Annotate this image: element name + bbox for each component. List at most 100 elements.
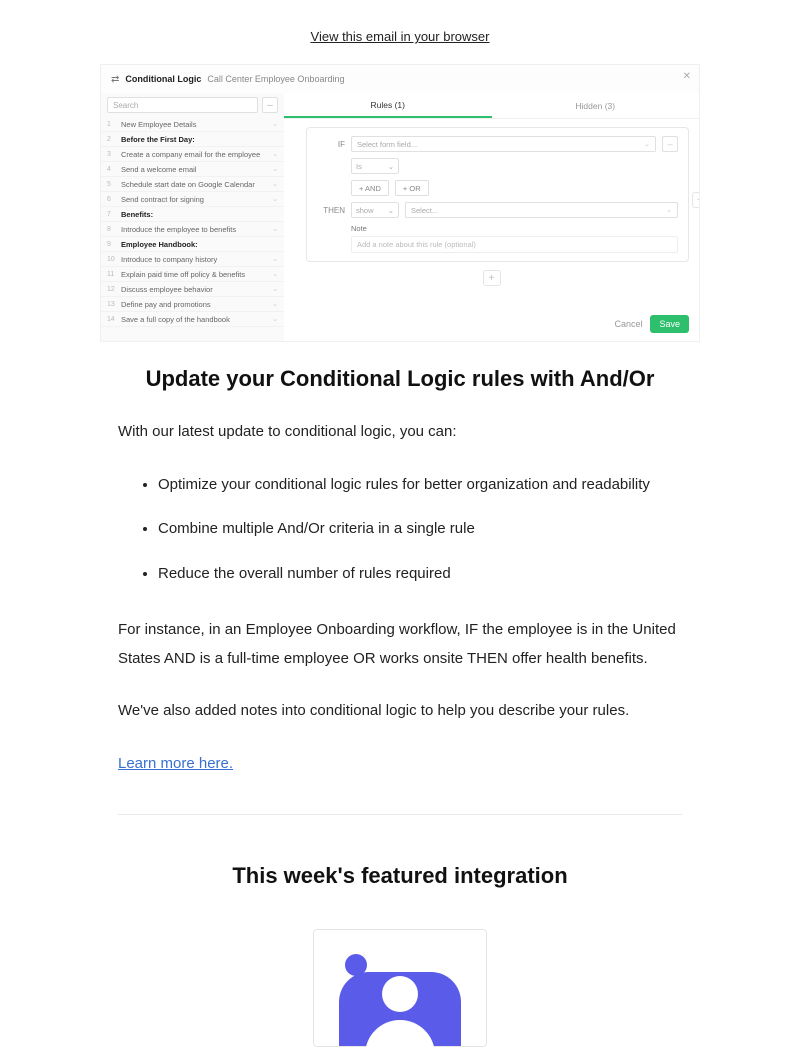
step-number: 4 (107, 166, 117, 173)
tab-hidden[interactable]: Hidden (3) (492, 95, 700, 117)
notes-paragraph: We've also added notes into conditional … (118, 697, 682, 726)
action-select[interactable]: show ⌄ (351, 202, 399, 218)
hero-header: ⇄ Conditional Logic Call Center Employee… (101, 65, 699, 93)
steps-list: 1New Employee Details⌄2Before the First … (101, 117, 284, 327)
step-number: 14 (107, 316, 117, 323)
list-item[interactable]: 9Employee Handbook: (101, 237, 284, 252)
step-label: Explain paid time off policy & benefits (117, 270, 272, 279)
step-number: 12 (107, 286, 117, 293)
add-rule-below-button[interactable]: + (483, 270, 501, 286)
learn-more-link[interactable]: Learn more here. (118, 755, 233, 772)
list-item[interactable]: 2Before the First Day: (101, 132, 284, 147)
view-in-browser-link[interactable]: View this email in your browser (311, 29, 490, 44)
step-label: Before the First Day: (117, 135, 278, 144)
list-item[interactable]: 4Send a welcome email⌄ (101, 162, 284, 177)
step-number: 10 (107, 256, 117, 263)
list-item[interactable]: 14Save a full copy of the handbook⌄ (101, 312, 284, 327)
chevron-down-icon: ⌄ (272, 270, 278, 278)
conditional-logic-title: Conditional Logic (125, 74, 201, 84)
list-item[interactable]: 8Introduce the employee to benefits⌄ (101, 222, 284, 237)
close-icon[interactable]: ✕ (683, 71, 691, 82)
workflow-name: Call Center Employee Onboarding (207, 74, 344, 84)
list-item[interactable]: 11Explain paid time off policy & benefit… (101, 267, 284, 282)
step-label: Introduce to company history (117, 255, 272, 264)
article-body: With our latest update to conditional lo… (118, 418, 682, 778)
action-label: show (356, 206, 374, 215)
form-field-placeholder: Select form field... (357, 140, 417, 149)
hero-tabs: Rules (1) Hidden (3) (284, 93, 699, 119)
step-number: 8 (107, 226, 117, 233)
bullet-item: Reduce the overall number of rules requi… (158, 560, 682, 589)
if-label: IF (317, 140, 345, 149)
search-input[interactable]: Search (107, 97, 258, 113)
chevron-down-icon: ⌄ (272, 285, 278, 293)
view-in-browser-row: View this email in your browser (0, 0, 800, 64)
step-label: Discuss employee behavior (117, 285, 272, 294)
list-item[interactable]: 10Introduce to company history⌄ (101, 252, 284, 267)
step-number: 7 (107, 211, 117, 218)
chevron-down-icon: ⌄ (272, 255, 278, 263)
step-label: Introduce the employee to benefits (117, 225, 272, 234)
step-label: Define pay and promotions (117, 300, 272, 309)
step-number: 1 (107, 121, 117, 128)
bullet-item: Combine multiple And/Or criteria in a si… (158, 515, 682, 544)
step-number: 11 (107, 271, 117, 278)
target-placeholder: Select... (411, 206, 438, 215)
rule-card: IF Select form field... ⌄ – Is ⌄ + AND +… (306, 127, 689, 262)
chevron-down-icon: ⌄ (388, 206, 394, 215)
chevron-down-icon: ⌄ (388, 162, 394, 171)
step-number: 9 (107, 241, 117, 248)
step-label: Benefits: (117, 210, 278, 219)
list-item[interactable]: 13Define pay and promotions⌄ (101, 297, 284, 312)
note-input[interactable]: Add a note about this rule (optional) (351, 236, 678, 253)
chevron-down-icon: ⌄ (272, 180, 278, 188)
cancel-button[interactable]: Cancel (614, 319, 642, 329)
hero-sidebar: Search – 1New Employee Details⌄2Before t… (101, 93, 284, 341)
example-paragraph: For instance, in an Employee Onboarding … (118, 616, 682, 673)
chevron-down-icon: ⌄ (272, 120, 278, 128)
bullet-list: Optimize your conditional logic rules fo… (158, 471, 682, 589)
or-button[interactable]: + OR (395, 180, 429, 196)
collapse-button[interactable]: – (262, 97, 278, 113)
integration-headline: This week's featured integration (0, 863, 800, 889)
integration-icon (339, 954, 461, 1046)
and-button[interactable]: + AND (351, 180, 389, 196)
list-item[interactable]: 5Schedule start date on Google Calendar⌄ (101, 177, 284, 192)
shuffle-icon: ⇄ (111, 74, 119, 85)
hero-screenshot: ⇄ Conditional Logic Call Center Employee… (100, 64, 700, 342)
hero-main: Rules (1) Hidden (3) IF Select form fiel… (284, 93, 699, 341)
chevron-down-icon: ⌄ (272, 195, 278, 203)
bullet-item: Optimize your conditional logic rules fo… (158, 471, 682, 500)
add-rule-side-button[interactable]: + (692, 192, 700, 208)
chevron-down-icon: ⌄ (272, 300, 278, 308)
article-headline: Update your Conditional Logic rules with… (0, 366, 800, 392)
hero-actions: Cancel Save (614, 315, 689, 333)
intro-paragraph: With our latest update to conditional lo… (118, 418, 682, 447)
step-number: 5 (107, 181, 117, 188)
list-item[interactable]: 3Create a company email for the employee… (101, 147, 284, 162)
chevron-down-icon: ⌄ (644, 140, 650, 148)
chevron-down-icon: ⌄ (666, 206, 672, 214)
note-label: Note (351, 224, 678, 233)
step-label: New Employee Details (117, 120, 272, 129)
remove-condition-button[interactable]: – (662, 136, 678, 152)
then-label: THEN (317, 206, 345, 215)
list-item[interactable]: 7Benefits: (101, 207, 284, 222)
tab-rules[interactable]: Rules (1) (284, 94, 492, 118)
target-select[interactable]: Select... ⌄ (405, 202, 678, 218)
chevron-down-icon: ⌄ (272, 315, 278, 323)
step-number: 13 (107, 301, 117, 308)
step-label: Send contract for signing (117, 195, 272, 204)
list-item[interactable]: 1New Employee Details⌄ (101, 117, 284, 132)
save-button[interactable]: Save (650, 315, 689, 333)
list-item[interactable]: 12Discuss employee behavior⌄ (101, 282, 284, 297)
step-label: Save a full copy of the handbook (117, 315, 272, 324)
step-label: Create a company email for the employee (117, 150, 272, 159)
step-number: 6 (107, 196, 117, 203)
comparator-label: Is (356, 162, 362, 171)
step-number: 2 (107, 136, 117, 143)
list-item[interactable]: 6Send contract for signing⌄ (101, 192, 284, 207)
integration-card[interactable] (313, 929, 487, 1047)
form-field-select[interactable]: Select form field... ⌄ (351, 136, 656, 152)
comparator-select[interactable]: Is ⌄ (351, 158, 399, 174)
